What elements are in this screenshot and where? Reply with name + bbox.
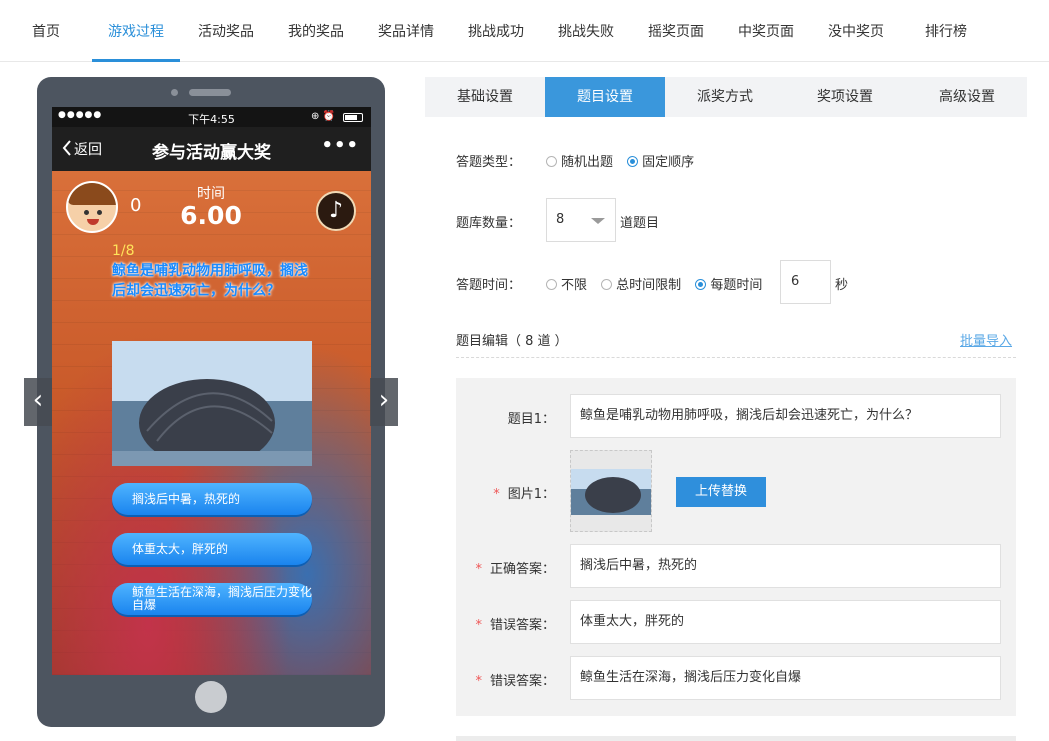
top-nav: 首页 游戏过程 活动奖品 我的奖品 奖品详情 挑战成功 挑战失败 摇奖页面 中奖… — [0, 0, 1049, 62]
subtab-prize-settings[interactable]: 奖项设置 — [785, 77, 905, 117]
radio-random[interactable]: 随机出题 — [546, 151, 613, 170]
time-input[interactable]: 6 — [780, 260, 831, 304]
wrong-answer-1-label-row: * 错误答案： — [475, 618, 555, 633]
tab-game-process[interactable]: 游戏过程 — [92, 0, 180, 62]
phone-preview: ●●●●● 下午4:55 ⊕ ⏰ 返回 参与活动赢大奖 ••• 0 时间 6.0… — [37, 77, 385, 727]
camera-dot — [171, 89, 178, 96]
wrong-answer-2-label-row: * 错误答案： — [475, 674, 555, 689]
caret-down-icon — [591, 218, 605, 224]
wrong-answer-2-input[interactable]: 鲸鱼生活在深海，搁浅后压力变化自爆 — [570, 656, 1001, 700]
radio-circle-checked — [627, 156, 639, 167]
tab-activity-prizes[interactable]: 活动奖品 — [187, 0, 265, 62]
tab-prize-details[interactable]: 奖品详情 — [367, 0, 445, 62]
answer-option-2[interactable]: 体重太大，胖死的 — [112, 533, 312, 565]
answer-type-label: 答题类型： — [456, 155, 522, 170]
next-panel-edge — [456, 736, 1016, 741]
avatar — [66, 181, 118, 233]
radio-per-question[interactable]: 每题时间 — [695, 274, 762, 293]
radio-unlimited[interactable]: 不限 — [546, 274, 587, 293]
required-mark: * — [475, 618, 482, 633]
subtab-questions[interactable]: 题目设置 — [545, 77, 665, 117]
upload-replace-button[interactable]: 上传替换 — [676, 477, 766, 507]
required-mark: * — [493, 487, 500, 502]
score-value: 0 — [130, 195, 142, 216]
tab-home[interactable]: 首页 — [14, 0, 78, 62]
whale-image — [112, 341, 312, 466]
next-arrow-icon[interactable]: › — [370, 378, 398, 426]
battery-icon — [343, 113, 363, 122]
answer-time-radios: 不限 总时间限制 每题时间 — [546, 274, 772, 293]
tab-lottery-page[interactable]: 摇奖页面 — [637, 0, 715, 62]
required-mark: * — [475, 562, 482, 577]
status-icons: ⊕ ⏰ — [310, 111, 335, 122]
tab-leaderboard[interactable]: 排行榜 — [914, 0, 978, 62]
tab-win-page[interactable]: 中奖页面 — [727, 0, 805, 62]
correct-answer-input[interactable]: 搁浅后中暑，热死的 — [570, 544, 1001, 588]
game-area: 0 时间 6.00 ♪ 1/8 鲸鱼是哺乳动物用肺呼吸，搁浅后却会迅速死亡，为什… — [52, 171, 371, 675]
time-value: 6.00 — [180, 201, 242, 230]
radio-fixed-order[interactable]: 固定顺序 — [627, 151, 694, 170]
answer-time-label: 答题时间： — [456, 278, 522, 293]
phone-screen: ●●●●● 下午4:55 ⊕ ⏰ 返回 参与活动赢大奖 ••• 0 时间 6.0… — [52, 107, 371, 675]
tab-my-prizes[interactable]: 我的奖品 — [277, 0, 355, 62]
answer-type-radios: 随机出题 固定顺序 — [546, 151, 704, 170]
correct-answer-label-row: * 正确答案： — [475, 562, 555, 577]
question-1-input[interactable]: 鲸鱼是哺乳动物用肺呼吸，搁浅后却会迅速死亡，为什么？ — [570, 394, 1001, 438]
batch-import-link[interactable]: 批量导入 — [960, 330, 1012, 349]
radio-total-time[interactable]: 总时间限制 — [601, 274, 681, 293]
question-text: 鲸鱼是哺乳动物用肺呼吸，搁浅后却会迅速死亡，为什么？ — [112, 263, 308, 299]
radio-circle — [601, 279, 613, 290]
divider — [456, 357, 1016, 358]
prev-arrow-icon[interactable]: ‹ — [24, 378, 52, 426]
settings-tabs: 基础设置 题目设置 派奖方式 奖项设置 高级设置 — [425, 77, 1027, 117]
radio-circle-checked — [695, 279, 707, 290]
home-button[interactable] — [195, 681, 227, 713]
time-label: 时间 — [197, 186, 225, 202]
question-1-label: 题目1： — [507, 412, 555, 427]
speaker-bar — [189, 89, 231, 96]
question-number: 1/8 — [112, 243, 135, 259]
question-count-select[interactable]: 8 — [546, 198, 616, 242]
subtab-advanced[interactable]: 高级设置 — [907, 77, 1027, 117]
question-edit-title: 题目编辑（ 8 道 ） — [456, 334, 568, 349]
music-note-icon[interactable]: ♪ — [316, 191, 356, 231]
radio-circle — [546, 279, 557, 290]
status-bar: ●●●●● 下午4:55 ⊕ ⏰ — [52, 107, 371, 127]
wrong-answer-1-input[interactable]: 体重太大，胖死的 — [570, 600, 1001, 644]
subtab-award-method[interactable]: 派奖方式 — [665, 77, 785, 117]
question-count-suffix: 道题目 — [620, 216, 660, 231]
more-icon[interactable]: ••• — [321, 135, 359, 156]
answer-option-3[interactable]: 鲸鱼生活在深海，搁浅后压力变化自爆 — [112, 583, 312, 615]
question-count-value: 8 — [556, 212, 565, 227]
title-bar: 返回 参与活动赢大奖 ••• — [52, 127, 371, 171]
tab-challenge-fail[interactable]: 挑战失败 — [547, 0, 625, 62]
subtab-basic[interactable]: 基础设置 — [425, 77, 545, 117]
image-1-label-row: * 图片1： — [493, 487, 555, 502]
required-mark: * — [475, 674, 482, 689]
time-unit: 秒 — [835, 278, 849, 293]
question-count-label: 题库数量： — [456, 216, 522, 231]
tab-lose-page[interactable]: 没中奖页 — [817, 0, 895, 62]
image-1-thumbnail[interactable] — [570, 450, 652, 532]
radio-circle — [546, 156, 557, 167]
tab-challenge-success[interactable]: 挑战成功 — [457, 0, 535, 62]
answer-option-1[interactable]: 搁浅后中暑，热死的 — [112, 483, 312, 515]
